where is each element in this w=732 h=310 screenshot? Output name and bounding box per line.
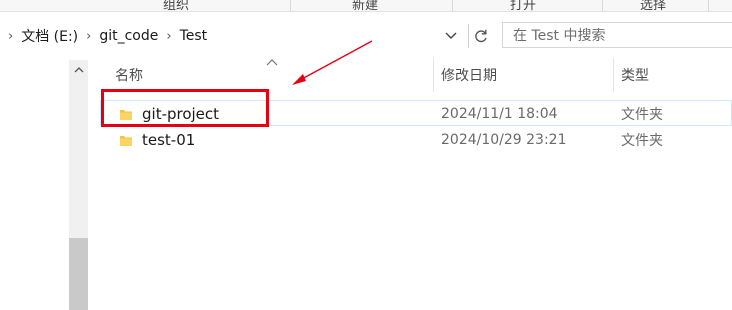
annotation-arrow-icon <box>292 40 373 85</box>
